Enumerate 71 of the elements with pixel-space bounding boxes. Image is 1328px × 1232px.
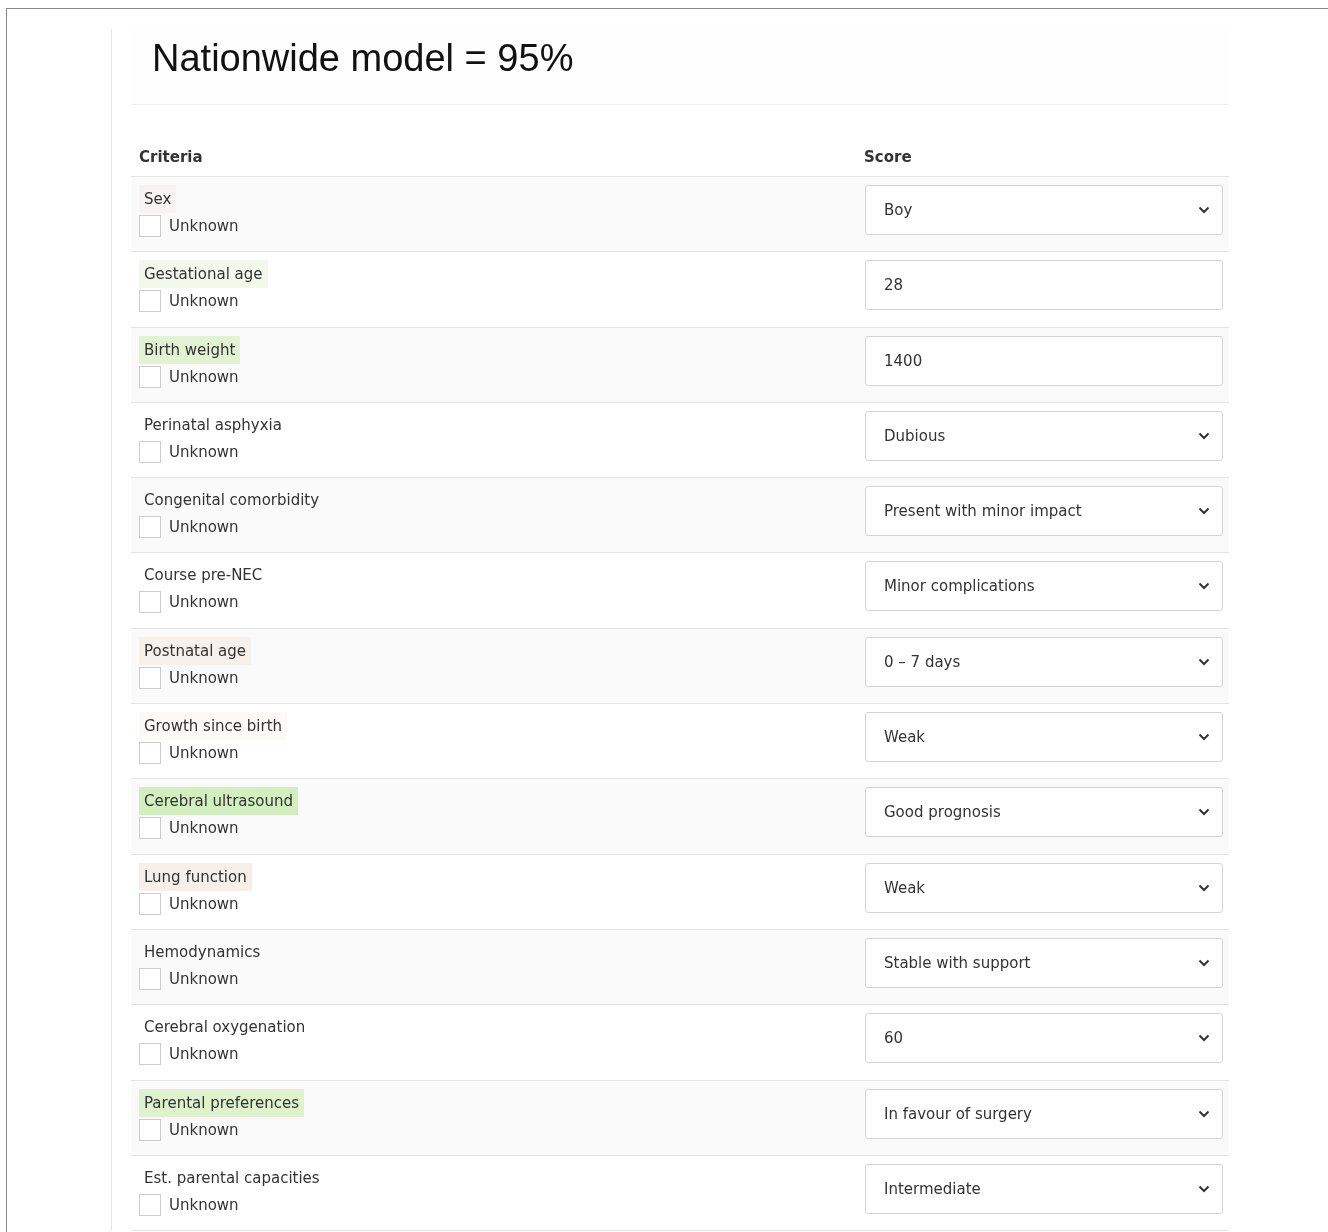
page-title: Nationwide model = 95%	[152, 37, 575, 80]
checkbox-label: Unknown	[169, 969, 239, 988]
unknown-checkbox[interactable]	[139, 290, 161, 313]
score-dropdown[interactable]: Stable with support	[865, 937, 1223, 988]
chevron-down-icon	[1198, 582, 1210, 591]
score-dropdown[interactable]: 0 – 7 days	[865, 636, 1223, 687]
chevron-down-icon	[1198, 883, 1210, 892]
unknown-checkbox[interactable]	[139, 967, 161, 990]
criterion-label: Cerebral ultrasound	[139, 787, 299, 816]
chevron-down-icon	[1198, 808, 1210, 817]
chevron-down-icon	[1198, 1034, 1210, 1043]
checkbox-label: Unknown	[169, 1045, 239, 1064]
chevron-down-icon	[1198, 431, 1210, 440]
checkbox-label: Unknown	[169, 819, 239, 838]
score-dropdown[interactable]: 60	[865, 1013, 1223, 1064]
criterion-label: Perinatal asphyxia	[143, 414, 283, 436]
chevron-down-icon	[1198, 1184, 1210, 1193]
checkbox-label: Unknown	[169, 1195, 239, 1214]
criterion-label: Sex	[139, 185, 177, 213]
score-dropdown[interactable]: Weak	[865, 712, 1223, 763]
criterion-label: Birth weight	[139, 335, 241, 364]
unknown-checkbox[interactable]	[139, 1193, 161, 1216]
checkbox-label: Unknown	[169, 668, 239, 687]
unknown-checkbox[interactable]	[139, 892, 161, 915]
checkbox-label: Unknown	[169, 518, 239, 537]
unknown-checkbox[interactable]	[139, 666, 161, 689]
criterion-label: Est. parental capacities	[143, 1167, 321, 1189]
score-dropdown[interactable]: Intermediate	[865, 1163, 1223, 1214]
checkbox-label: Unknown	[169, 442, 239, 461]
score-dropdown[interactable]: Dubious	[865, 410, 1223, 461]
score-dropdown[interactable]: Boy	[865, 185, 1223, 235]
score-dropdown[interactable]: Good prognosis	[865, 787, 1223, 838]
score-dropdown[interactable]: Present with minor impact	[865, 486, 1223, 537]
checkbox-label: Unknown	[169, 292, 239, 311]
checkbox-label: Unknown	[169, 1120, 239, 1139]
criterion-label: Growth since birth	[139, 712, 288, 741]
checkbox-label: Unknown	[169, 593, 239, 612]
checkbox-label: Unknown	[169, 217, 239, 235]
chevron-down-icon	[1198, 657, 1210, 666]
unknown-checkbox[interactable]	[139, 1118, 161, 1141]
unknown-checkbox[interactable]	[139, 365, 161, 388]
checkbox-label: Unknown	[169, 367, 239, 386]
unknown-checkbox[interactable]	[139, 591, 161, 614]
score-input[interactable]: 28	[865, 260, 1223, 311]
criterion-label: Cerebral oxygenation	[143, 1017, 307, 1039]
checkbox-label: Unknown	[169, 894, 239, 913]
criterion-label: Parental preferences	[139, 1088, 305, 1117]
criterion-label: Lung function	[139, 862, 252, 891]
unknown-checkbox[interactable]	[139, 817, 161, 840]
checkbox-label: Unknown	[169, 744, 239, 763]
score-input[interactable]: 1400	[865, 335, 1223, 386]
score-dropdown[interactable]: Weak	[865, 862, 1223, 913]
unknown-checkbox[interactable]	[139, 215, 161, 237]
column-header: Score	[864, 148, 912, 166]
column-header: Criteria	[139, 148, 204, 166]
chevron-down-icon	[1198, 206, 1210, 214]
chevron-down-icon	[1198, 507, 1210, 516]
criterion-label: Hemodynamics	[143, 941, 262, 963]
score-dropdown[interactable]: Minor complications	[865, 561, 1223, 612]
score-dropdown[interactable]: In favour of surgery	[865, 1088, 1223, 1139]
criterion-label: Postnatal age	[139, 636, 252, 665]
criterion-label: Course pre-NEC	[143, 565, 264, 587]
unknown-checkbox[interactable]	[139, 742, 161, 765]
chevron-down-icon	[1198, 958, 1210, 967]
criterion-label: Congenital comorbidity	[143, 490, 321, 512]
chevron-down-icon	[1198, 733, 1210, 742]
criterion-label: Gestational age	[139, 260, 268, 289]
chevron-down-icon	[1198, 1109, 1210, 1118]
unknown-checkbox[interactable]	[139, 440, 161, 463]
unknown-checkbox[interactable]	[139, 1043, 161, 1066]
unknown-checkbox[interactable]	[139, 516, 161, 539]
